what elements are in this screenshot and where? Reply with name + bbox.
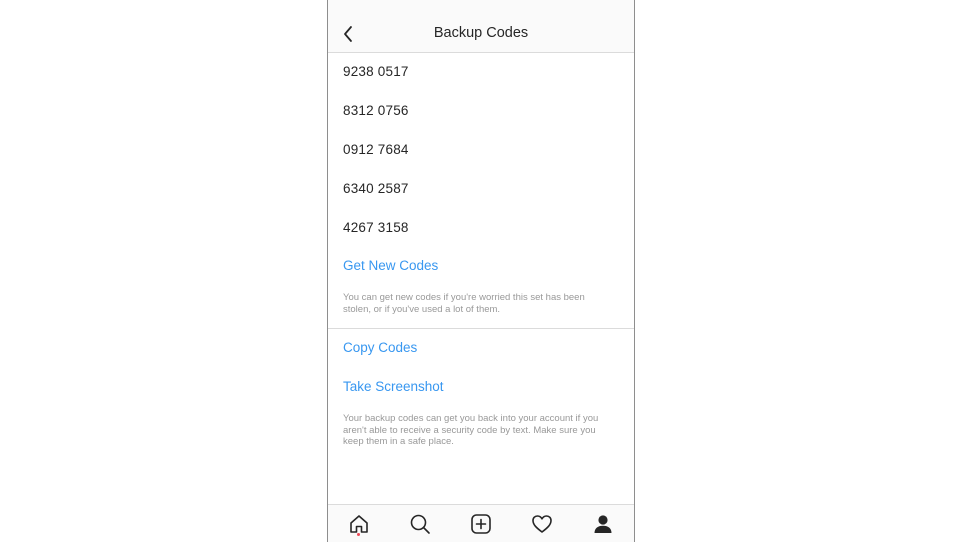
get-new-codes-link[interactable]: Get New Codes	[328, 258, 438, 273]
screen: Backup Codes 9238 0517 8312 0756 0912 76…	[0, 0, 960, 542]
tab-new-post[interactable]	[469, 512, 493, 536]
copy-codes-link[interactable]: Copy Codes	[328, 340, 417, 355]
backup-code: 0912 7684	[343, 142, 409, 157]
section-divider	[328, 328, 634, 329]
add-post-icon	[471, 514, 491, 534]
bottom-tab-bar	[328, 504, 634, 542]
search-icon	[410, 514, 430, 534]
home-icon	[350, 515, 368, 533]
backup-code: 6340 2587	[343, 181, 409, 196]
tab-search[interactable]	[408, 512, 432, 536]
backup-code: 9238 0517	[343, 64, 409, 79]
profile-icon	[594, 515, 612, 533]
backup-code: 8312 0756	[343, 103, 409, 118]
heart-icon	[532, 515, 552, 533]
backup-codes-note: Your backup codes can get you back into …	[343, 413, 599, 447]
backup-codes-list: 9238 0517 8312 0756 0912 7684 6340 2587 …	[328, 52, 634, 247]
phone-frame: Backup Codes 9238 0517 8312 0756 0912 76…	[327, 0, 635, 542]
tab-activity[interactable]	[530, 512, 554, 536]
home-notification-dot	[357, 533, 360, 536]
backup-code: 4267 3158	[343, 220, 409, 235]
nav-header: Backup Codes	[328, 0, 634, 53]
get-new-codes-note: You can get new codes if you're worried …	[343, 292, 585, 315]
page-title: Backup Codes	[433, 25, 529, 41]
tab-profile[interactable]	[591, 512, 615, 536]
take-screenshot-link[interactable]: Take Screenshot	[328, 379, 444, 394]
